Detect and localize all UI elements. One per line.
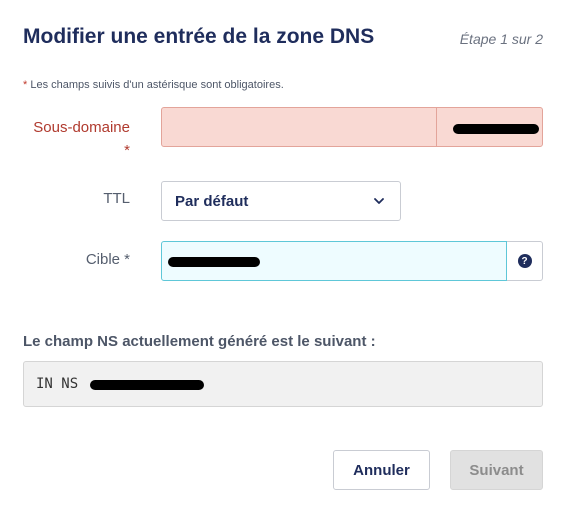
step-indicator: Étape 1 sur 2	[459, 31, 543, 47]
subdomain-input[interactable]	[162, 108, 436, 146]
subdomain-field	[161, 107, 543, 147]
required-note-text: Les champs suivis d'un astérisque sont o…	[30, 79, 284, 91]
required-note: * Les champs suivis d'un astérisque sont…	[23, 79, 284, 91]
ttl-select[interactable]: Par défaut	[161, 181, 401, 221]
subdomain-label: Sous-domaine *	[33, 119, 130, 159]
question-icon: ?	[517, 254, 532, 268]
ns-value: IN NS	[36, 376, 79, 392]
redaction-mark	[90, 380, 204, 390]
help-button[interactable]: ?	[507, 241, 543, 281]
redaction-mark	[453, 124, 539, 134]
target-input[interactable]	[161, 241, 507, 281]
required-star: *	[23, 79, 28, 91]
chevron-down-icon	[374, 198, 384, 204]
cancel-button[interactable]: Annuler	[333, 450, 430, 490]
target-label: Cible *	[85, 251, 130, 268]
next-button[interactable]: Suivant	[450, 450, 543, 490]
ns-label: Le champ NS actuellement généré est le s…	[23, 333, 376, 350]
subdomain-suffix	[436, 108, 542, 146]
ttl-label: TTL	[103, 190, 130, 207]
ttl-selected-value: Par défaut	[175, 192, 249, 210]
ns-value-box: IN NS	[23, 361, 543, 407]
dialog-title: Modifier une entrée de la zone DNS	[23, 25, 375, 48]
redaction-mark	[168, 257, 260, 267]
